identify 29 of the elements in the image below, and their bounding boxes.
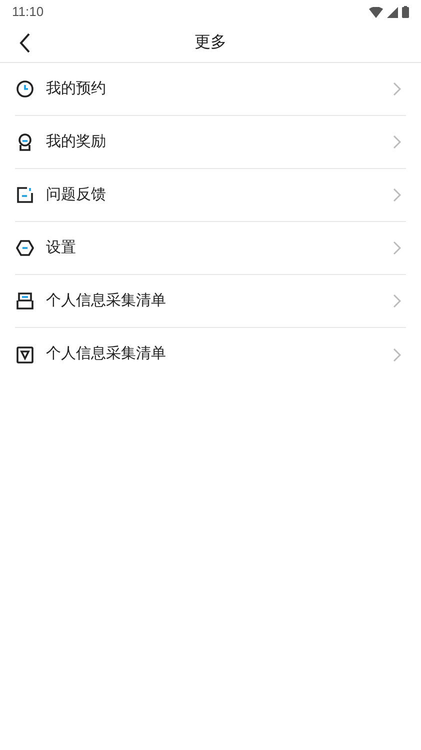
menu-label: 个人信息采集清单 <box>46 290 167 311</box>
wifi-icon <box>369 6 383 18</box>
status-time: 11:10 <box>12 3 44 22</box>
inbox-icon <box>16 292 34 310</box>
chevron-icon <box>393 188 401 202</box>
menu-label: 问题反馈 <box>46 184 107 205</box>
clock-icon <box>16 80 34 98</box>
menu-label: 我的预约 <box>46 78 107 99</box>
menu-item[interactable]: 个人信息采集清单 <box>15 275 406 328</box>
page-title: 更多 <box>194 33 226 53</box>
signal-icon <box>387 6 398 18</box>
back-icon <box>19 33 31 53</box>
battery-icon <box>402 6 409 18</box>
medal-icon <box>16 133 34 151</box>
settings-icon <box>16 239 34 257</box>
feedback-icon <box>16 186 34 204</box>
chevron-icon <box>393 348 401 362</box>
chevron-icon <box>393 294 401 308</box>
menu-item[interactable]: 我的预约 <box>15 63 406 116</box>
menu-item[interactable]: 问题反馈 <box>15 169 406 222</box>
chevron-icon <box>393 135 401 149</box>
menu-label: 我的奖励 <box>46 132 107 152</box>
menu-item[interactable]: 个人信息采集清单 <box>15 328 406 381</box>
menu-label: 设置 <box>46 238 77 258</box>
chevron-icon <box>393 82 401 96</box>
menu-item[interactable]: 设置 <box>15 222 406 275</box>
menu-item[interactable]: 我的奖励 <box>15 116 406 169</box>
chevron-icon <box>393 241 401 255</box>
menu-label: 个人信息采集清单 <box>46 344 167 364</box>
